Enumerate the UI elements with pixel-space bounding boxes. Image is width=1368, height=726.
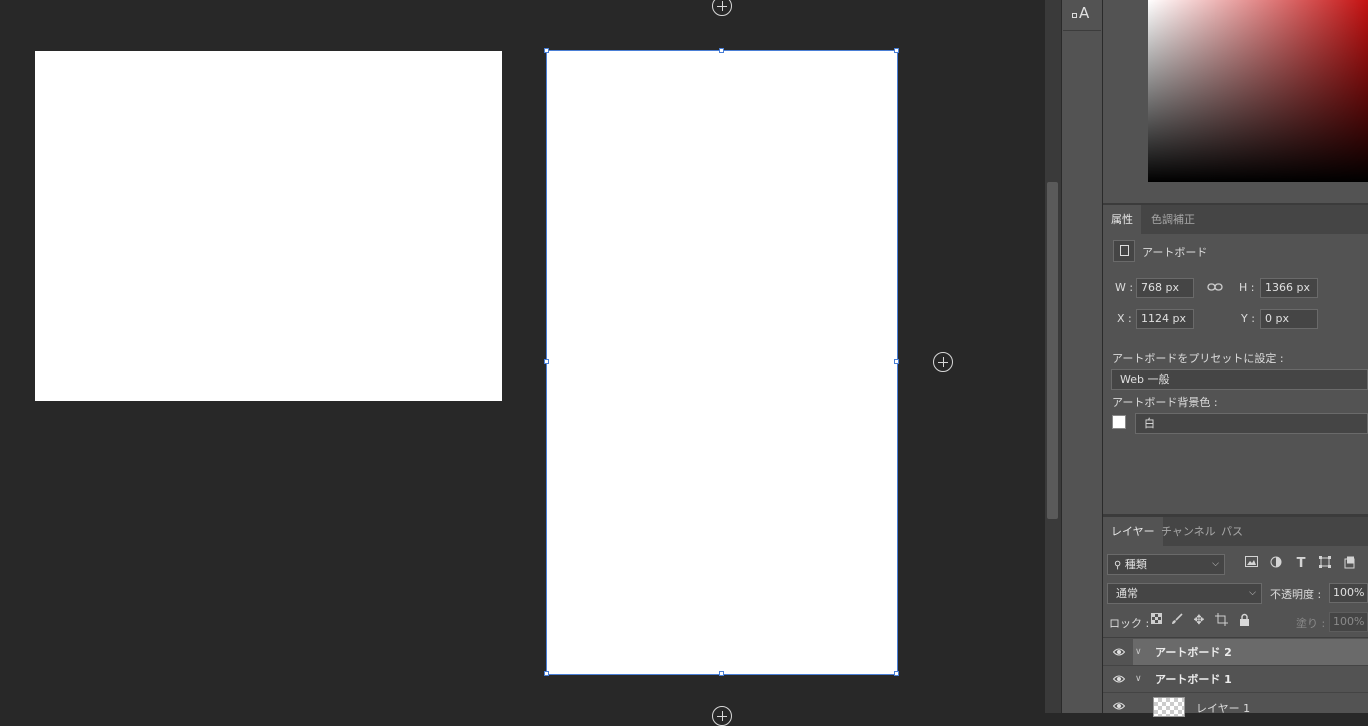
opacity-label: 不透明度 : [1270,588,1322,601]
visibility-eye-icon[interactable] [1112,673,1126,685]
lock-transparent-icon[interactable] [1148,613,1164,629]
preset-dropdown[interactable]: Web 一般 [1111,369,1368,390]
smart-object-filter-icon[interactable] [1341,556,1357,572]
fill-label: 塗り : [1296,617,1326,630]
lock-all-icon[interactable] [1236,613,1252,629]
bg-color-dropdown[interactable]: 白 [1135,413,1368,434]
section-title: アートボード [1142,246,1208,259]
bg-color-label: アートボード背景色 : [1112,396,1218,409]
artboard-type-icon [1113,240,1135,262]
y-label: Y : [1241,312,1255,325]
layers-list-divider [1103,637,1368,638]
lock-move-icon[interactable]: ✥ [1191,613,1207,629]
layer-row-layer-1[interactable]: レイヤー 1 [1103,693,1368,717]
height-field[interactable]: 1366 px [1260,278,1318,298]
preset-label: アートボードをプリセットに設定 : [1112,352,1284,365]
layer-filter-dropdown[interactable]: ⚲ 種類 ⌵ [1107,554,1225,575]
type-filter-icon[interactable]: T [1293,556,1309,572]
tab-adjustments[interactable]: 色調補正 [1143,205,1203,234]
layer-name: アートボード 1 [1155,673,1232,686]
x-label: X : [1117,312,1132,325]
resize-handle-top[interactable] [719,48,724,53]
resize-handle-left[interactable] [544,359,549,364]
preset-value: Web 一般 [1120,373,1170,386]
filter-value: 種類 [1124,558,1147,571]
add-artboard-right-icon[interactable] [933,352,953,372]
chevron-down-icon: ⌵ [1212,559,1219,569]
layer-name: アートボード 2 [1155,646,1232,659]
resize-handle-top-left[interactable] [544,48,549,53]
panel-dock-strip [1061,0,1103,713]
blend-mode-dropdown[interactable]: 通常 ⌵ [1107,583,1262,604]
scrollbar-thumb[interactable] [1047,182,1058,519]
dock-divider [1063,30,1101,31]
visibility-eye-icon[interactable] [1112,700,1126,712]
glyph-square-icon [1072,13,1077,18]
bg-color-value: 白 [1144,417,1155,430]
resize-handle-bottom-right[interactable] [894,671,899,676]
color-picker-field[interactable] [1148,0,1368,182]
y-field[interactable]: 0 px [1260,309,1318,329]
bg-color-swatch[interactable] [1112,415,1126,429]
link-dimensions-icon[interactable] [1207,281,1223,293]
visibility-eye-icon[interactable] [1112,646,1126,658]
chevron-down-icon: ⌵ [1249,588,1256,598]
resize-handle-bottom[interactable] [719,671,724,676]
resize-handle-top-right[interactable] [894,48,899,53]
opacity-field[interactable]: 100% [1329,583,1368,603]
artboard-2-selected[interactable] [546,50,898,675]
x-field[interactable]: 1124 px [1136,309,1194,329]
width-field[interactable]: 768 px [1136,278,1194,298]
glyphs-panel-icon[interactable]: A [1071,4,1095,24]
blend-mode-value: 通常 [1116,587,1138,600]
layer-row-artboard-1[interactable]: ∨ アートボード 1 [1103,666,1368,693]
add-artboard-bottom-icon[interactable] [712,706,732,726]
adjustment-filter-icon[interactable] [1268,556,1284,572]
expand-chevron-icon[interactable]: ∨ [1135,666,1142,693]
lock-label: ロック : [1109,617,1150,630]
height-label: H : [1239,281,1255,294]
expand-chevron-icon[interactable]: ∨ [1135,639,1142,666]
tab-paths[interactable]: パス [1213,517,1251,546]
pixel-layer-filter-icon[interactable] [1243,556,1259,572]
layer-row-artboard-2[interactable]: ∨ アートボード 2 [1103,639,1368,666]
search-icon: ⚲ [1114,560,1122,571]
lock-brush-icon[interactable] [1169,613,1185,629]
layer-name: レイヤー 1 [1196,702,1251,715]
tab-properties[interactable]: 属性 [1103,205,1141,234]
layer-thumbnail [1153,697,1185,717]
artboard-glyph-icon [1120,245,1129,256]
resize-handle-right[interactable] [894,359,899,364]
width-label: W : [1115,281,1134,294]
fill-field[interactable]: 100% [1329,612,1368,632]
shape-filter-icon[interactable] [1317,556,1333,572]
glyph-a-icon: A [1079,4,1090,22]
artboard-1[interactable] [35,51,502,401]
lock-artboard-icon[interactable] [1213,613,1229,629]
resize-handle-bottom-left[interactable] [544,671,549,676]
